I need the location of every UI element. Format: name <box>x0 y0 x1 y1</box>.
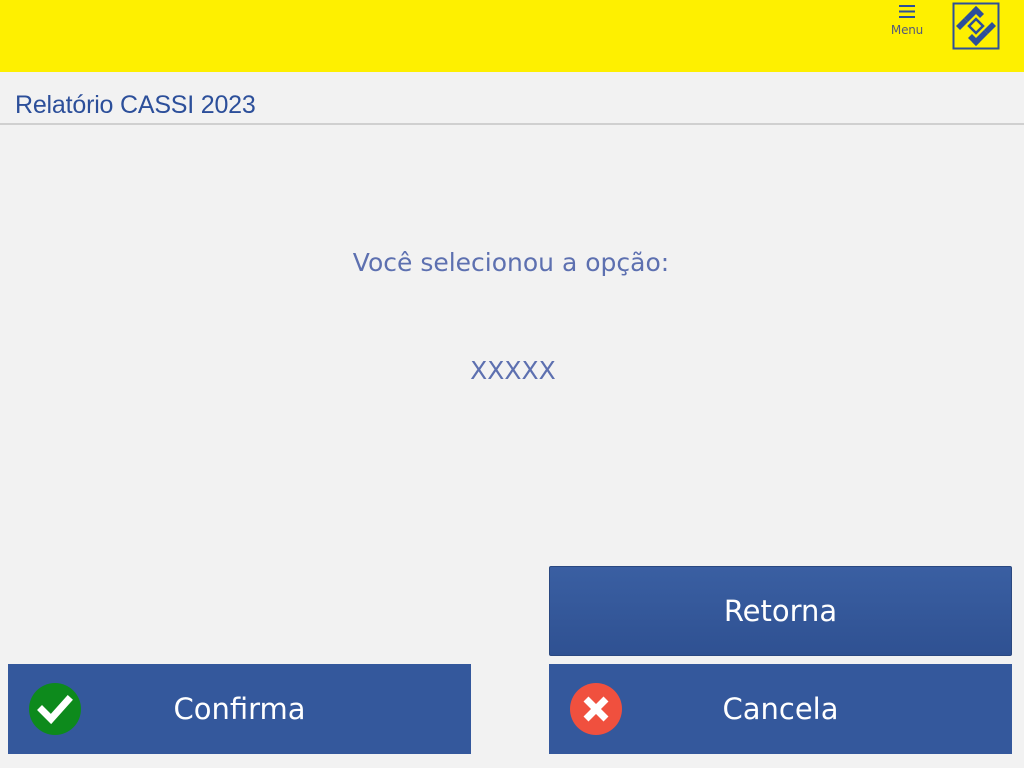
retorna-button[interactable]: Retorna <box>549 566 1012 656</box>
confirma-button-label: Confirma <box>173 692 306 726</box>
selected-option-value: XXXXX <box>470 356 556 385</box>
check-icon <box>29 683 81 735</box>
cancela-button[interactable]: Cancela <box>549 664 1012 754</box>
hamburger-icon <box>899 5 915 18</box>
menu-label: Menu <box>890 23 924 37</box>
confirma-button[interactable]: Confirma <box>8 664 471 754</box>
retorna-button-label: Retorna <box>723 594 838 628</box>
page-title: Relatório CASSI 2023 <box>15 91 256 119</box>
title-bar: Relatório CASSI 2023 <box>0 72 1024 125</box>
selection-prompt: Você selecionou a opção: <box>352 248 670 277</box>
menu-button[interactable]: Menu <box>884 4 930 46</box>
banco-do-brasil-logo <box>952 2 1000 50</box>
cancela-button-label: Cancela <box>722 692 839 726</box>
top-bar: Menu <box>0 0 1024 72</box>
close-icon <box>570 683 622 735</box>
